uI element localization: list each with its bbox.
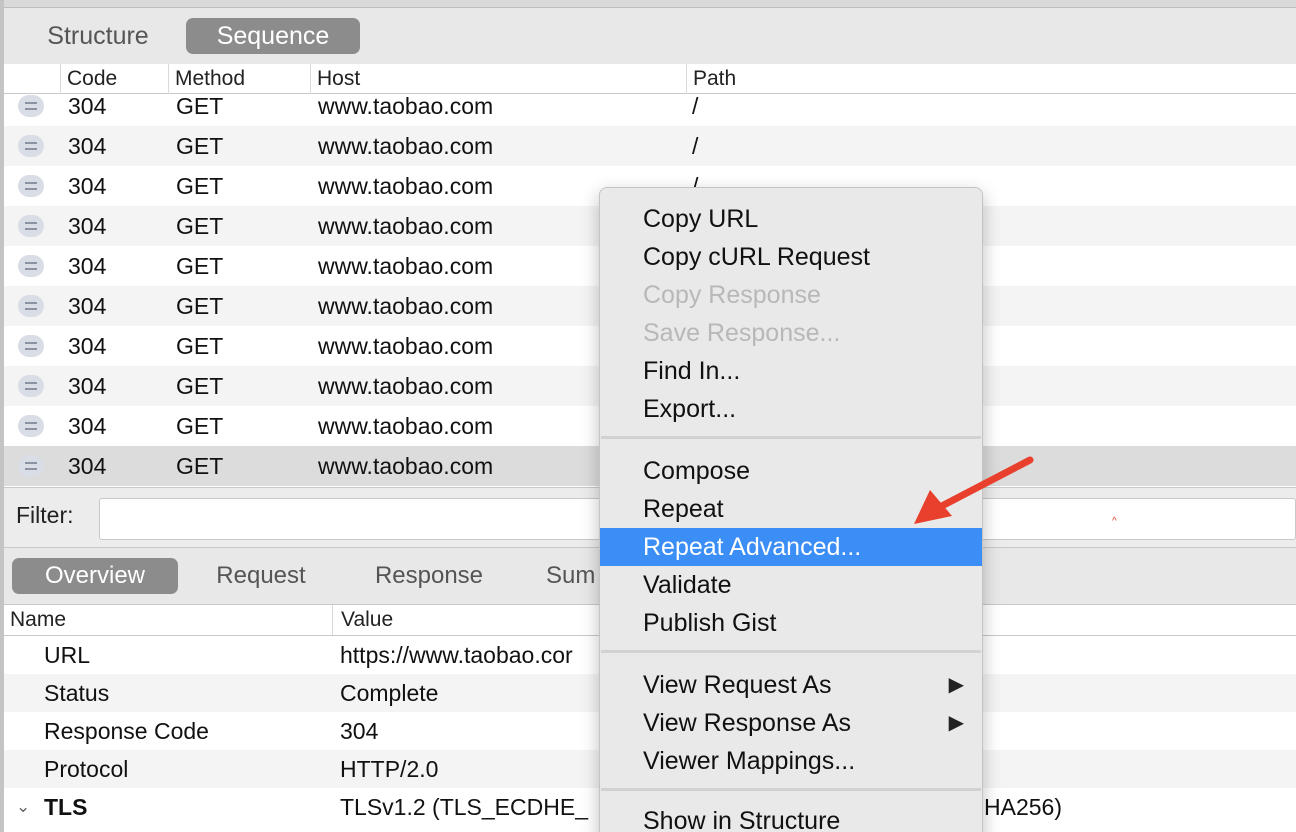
cell-method: GET — [176, 253, 224, 279]
request-status-icon — [18, 455, 44, 477]
submenu-arrow-icon: ▶ — [948, 674, 964, 696]
menu-item-publish-gist[interactable]: Publish Gist — [600, 604, 982, 642]
cell-method: GET — [176, 453, 224, 479]
menu-item-copy-url[interactable]: Copy URL — [600, 200, 982, 238]
menu-item-show-in-structure[interactable]: Show in Structure — [600, 802, 982, 832]
disclosure-chevron-icon[interactable]: ⌄ — [16, 788, 30, 826]
tab-response[interactable]: Response — [348, 558, 510, 594]
menu-separator — [601, 788, 981, 791]
menu-item-copy-response: Copy Response — [643, 281, 821, 309]
menu-item-copy-curl-request[interactable]: Copy cURL Request — [600, 238, 982, 276]
request-status-icon — [18, 415, 44, 437]
column-header-name[interactable]: Name — [10, 605, 66, 635]
cell-code: 304 — [68, 413, 107, 439]
cell-code: 304 — [68, 373, 107, 399]
cell-method: GET — [176, 133, 224, 159]
request-status-icon — [18, 215, 44, 237]
cell-host: www.taobao.com — [318, 94, 494, 119]
view-tab-bar: Structure Sequence — [4, 8, 1296, 64]
annotation-arrow-icon — [914, 456, 1034, 524]
menu-item-find-in[interactable]: Find In... — [600, 352, 982, 390]
window-top-strip — [0, 0, 1296, 8]
overview-name: Protocol — [44, 756, 129, 782]
cell-code: 304 — [68, 173, 107, 199]
tab-sequence[interactable]: Sequence — [186, 18, 360, 54]
cell-path: / — [692, 94, 699, 119]
menu-item-label: View Response As — [643, 709, 851, 737]
cell-method: GET — [176, 373, 224, 399]
sequence-table-header: Code Method Host Path — [4, 64, 1296, 94]
cell-host: www.taobao.com — [318, 333, 494, 359]
tab-structure[interactable]: Structure — [24, 18, 172, 54]
request-status-icon — [18, 95, 44, 117]
cell-code: 304 — [68, 453, 107, 479]
tab-request[interactable]: Request — [190, 558, 332, 594]
cell-method: GET — [176, 293, 224, 319]
column-header-method[interactable]: Method — [168, 64, 310, 94]
menu-item-repeat-advanced[interactable]: Repeat Advanced... — [600, 528, 982, 566]
cell-code: 304 — [68, 133, 107, 159]
cell-code: 304 — [68, 253, 107, 279]
menu-separator — [601, 650, 981, 653]
table-row[interactable]: 304 GET www.taobao.com / — [4, 94, 1296, 126]
cell-host: www.taobao.com — [318, 213, 494, 239]
column-header-path[interactable]: Path — [686, 64, 1296, 94]
overview-name: TLS — [44, 794, 88, 820]
request-status-icon — [18, 375, 44, 397]
menu-item-viewer-mappings[interactable]: Viewer Mappings... — [600, 742, 982, 780]
menu-item-view-request-as[interactable]: View Request As ▶ — [600, 666, 982, 704]
overview-value: TLSv1.2 (TLS_ECDHE_ — [340, 794, 588, 820]
request-status-icon — [18, 295, 44, 317]
menu-separator — [601, 436, 981, 439]
submenu-arrow-icon: ▶ — [948, 712, 964, 734]
column-header-code[interactable]: Code — [60, 64, 168, 94]
cell-host: www.taobao.com — [318, 293, 494, 319]
cell-host: www.taobao.com — [318, 373, 494, 399]
cell-host: www.taobao.com — [318, 413, 494, 439]
column-header-host[interactable]: Host — [310, 64, 686, 94]
menu-item-validate[interactable]: Validate — [600, 566, 982, 604]
overview-value-suffix: HA256) — [984, 794, 1062, 820]
menu-item-label: View Request As — [643, 671, 832, 699]
table-row[interactable]: 304 GET www.taobao.com / — [4, 126, 1296, 166]
overview-value: HTTP/2.0 — [340, 756, 439, 782]
menu-item-save-response: Save Response... — [643, 319, 841, 347]
cell-code: 304 — [68, 333, 107, 359]
request-status-icon — [18, 335, 44, 357]
cell-method: GET — [176, 213, 224, 239]
column-header-value[interactable]: Value — [332, 605, 393, 635]
cell-code: 304 — [68, 213, 107, 239]
cell-host: www.taobao.com — [318, 453, 494, 479]
cell-method: GET — [176, 413, 224, 439]
cell-host: www.taobao.com — [318, 133, 494, 159]
cell-method: GET — [176, 173, 224, 199]
overview-value: Complete — [340, 680, 439, 706]
menu-item-export[interactable]: Export... — [600, 390, 982, 428]
tab-overview[interactable]: Overview — [12, 558, 178, 594]
annotation-caret: ^ — [1112, 516, 1117, 527]
overview-name: URL — [44, 642, 91, 668]
menu-item-view-response-as[interactable]: View Response As ▶ — [600, 704, 982, 742]
overview-value: 304 — [340, 718, 379, 744]
tab-summary[interactable]: Sum — [528, 558, 608, 594]
cell-code: 304 — [68, 293, 107, 319]
overview-value: https://www.taobao.cor — [340, 642, 573, 668]
cell-code: 304 — [68, 94, 107, 119]
overview-name: Response Code — [44, 718, 209, 744]
request-status-icon — [18, 135, 44, 157]
overview-name: Status — [44, 680, 110, 706]
filter-label: Filter: — [16, 502, 74, 528]
cell-path: / — [692, 133, 699, 159]
cell-host: www.taobao.com — [318, 253, 494, 279]
cell-method: GET — [176, 333, 224, 359]
request-status-icon — [18, 175, 44, 197]
cell-method: GET — [176, 94, 224, 119]
request-status-icon — [18, 255, 44, 277]
window-left-edge — [0, 0, 4, 832]
cell-host: www.taobao.com — [318, 173, 494, 199]
